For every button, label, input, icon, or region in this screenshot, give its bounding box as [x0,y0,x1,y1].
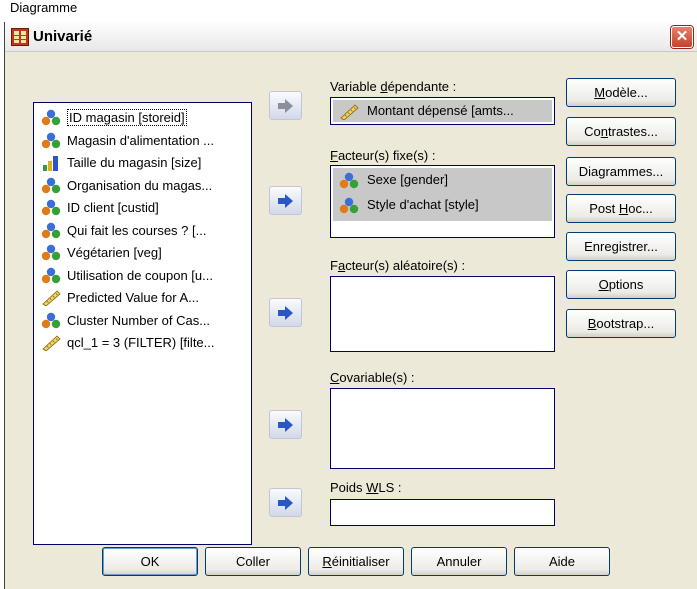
move-to-wls-weight-button[interactable] [269,488,302,517]
close-button[interactable]: ✕ [671,26,693,48]
nominal-circles-icon [41,222,61,238]
model-button[interactable]: Modèle... [566,78,676,107]
variable-list-item[interactable]: Utilisation de coupon [u... [37,265,249,286]
arrow-right-icon [278,194,293,208]
bootstrap-button[interactable]: Bootstrap... [566,309,676,338]
variable-label: qcl_1 = 3 (FILTER) [filte... [67,335,215,350]
wls-weight-label: Poids WLS : [330,480,402,495]
fixed-factor-label: Sexe [gender] [367,172,448,187]
variable-label: Cluster Number of Cas... [67,312,211,328]
dependent-variable-item[interactable]: Montant dépensé [amts... [337,100,514,122]
move-to-random-factor-button[interactable] [269,298,302,327]
ordinal-bars-icon [43,156,58,171]
reset-button[interactable]: Réinitialiser [308,547,404,576]
variable-label: Végétarien [veg] [67,245,162,260]
help-button[interactable]: Aide [514,547,610,576]
scale-ruler-icon [42,335,61,351]
variable-list-item[interactable]: Cluster Number of Cas... [37,310,249,331]
fixed-factor-item[interactable]: Style d'achat [style] [337,194,479,216]
variable-list-item[interactable]: Predicted Value for A... [37,287,249,308]
nominal-circles-icon [339,172,359,189]
ok-button[interactable]: OK [102,547,198,576]
variable-list-item[interactable]: Qui fait les courses ? [... [37,220,249,241]
variable-label: ID magasin [storeid] [67,109,187,126]
nominal-circles-icon [339,197,359,214]
move-to-fixed-factor-button[interactable] [269,186,302,215]
random-factors-list[interactable] [330,276,555,352]
dialog-title: Univarié [33,28,93,45]
wls-weight-field[interactable] [330,499,555,526]
variable-label: ID client [custid] [67,200,159,215]
cancel-button[interactable]: Annuler [411,547,507,576]
variable-label: Predicted Value for A... [67,290,199,305]
covariates-list[interactable] [330,388,555,469]
nominal-circles-icon [41,267,61,283]
variable-label: Qui fait les courses ? [... [67,222,207,238]
arrow-right-icon [278,496,293,510]
background-caption: Diagramme [0,0,697,22]
nominal-circles-icon [41,244,61,261]
plots-button[interactable]: Diagrammes... [566,157,676,186]
variable-label: Organisation du magas... [67,177,213,193]
variable-list-item[interactable]: Taille du magasin [size] [37,152,249,173]
scale-ruler-icon [340,104,359,120]
close-icon: ✕ [675,28,689,45]
nominal-circles-icon [41,312,61,328]
move-to-dependent-button[interactable] [269,91,302,120]
nominal-circles-icon [41,109,61,126]
background-caption-text: Diagramme [10,0,78,15]
nominal-circles-icon [41,177,61,193]
variable-label: Magasin d'alimentation ... [67,132,215,148]
variable-list-item[interactable]: qcl_1 = 3 (FILTER) [filte... [37,332,249,353]
univariate-dialog: Univarié ✕ ID magasin [storeid] Magasin d… [4,22,697,589]
contrasts-button[interactable]: Contrastes... [566,117,676,146]
dependent-variable-label: Variable dépendante : [330,79,457,94]
table-app-icon [11,28,29,46]
arrow-right-icon [278,99,293,113]
dependent-variable-field[interactable]: Montant dépensé [amts... [330,97,555,125]
paste-button[interactable]: Coller [205,547,301,576]
covariates-label: Covariable(s) : [330,370,415,385]
variable-label: Taille du magasin [size] [67,155,202,170]
variable-list-item[interactable]: ID magasin [storeid] [37,107,249,128]
move-to-covariate-button[interactable] [269,410,302,439]
nominal-circles-icon [41,132,61,148]
arrow-right-icon [278,306,293,320]
fixed-factors-label: Facteur(s) fixe(s) : [330,148,436,163]
title-bar[interactable]: Univarié ✕ [5,22,697,52]
save-button[interactable]: Enregistrer... [566,232,676,261]
scale-ruler-icon [42,290,61,306]
post-hoc-button[interactable]: Post Hoc... [566,194,676,223]
random-factors-label: Facteur(s) aléatoire(s) : [330,258,466,273]
nominal-circles-icon [41,199,61,216]
variable-list-item[interactable]: ID client [custid] [37,197,249,218]
options-button[interactable]: Options [566,270,676,299]
variable-list-item[interactable]: Organisation du magas... [37,175,249,196]
arrow-right-icon [278,418,293,432]
source-variable-list[interactable]: ID magasin [storeid] Magasin d'alimentati… [33,102,252,545]
variable-list-item[interactable]: Magasin d'alimentation ... [37,130,249,151]
fixed-factors-list[interactable]: Sexe [gender] Style d'achat [style] [330,165,555,238]
fixed-factor-item[interactable]: Sexe [gender] [337,169,448,191]
fixed-factor-label: Style d'achat [style] [367,197,479,212]
variable-label: Utilisation de coupon [u... [67,267,213,283]
variable-list-item[interactable]: Végétarien [veg] [37,242,249,263]
